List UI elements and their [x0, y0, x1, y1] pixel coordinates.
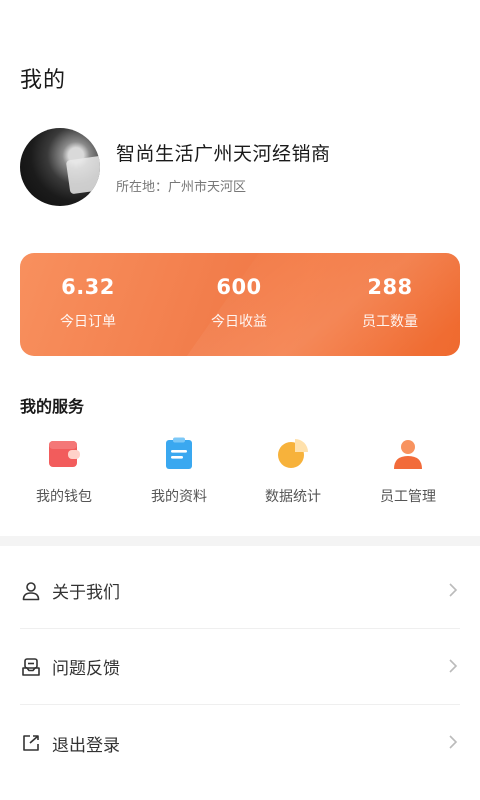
service-staff[interactable]: 员工管理 — [358, 436, 458, 506]
stat-label: 今日收益 — [211, 314, 267, 330]
service-profile[interactable]: 我的资料 — [129, 436, 229, 506]
services-title: 我的服务 — [20, 397, 85, 416]
service-label: 员工管理 — [380, 489, 436, 505]
stat-staff-count[interactable]: 288 员工数量 — [320, 275, 460, 331]
chevron-right-icon — [448, 658, 458, 674]
menu-item-about[interactable]: 关于我们 — [20, 553, 460, 629]
stat-value: 600 — [216, 275, 262, 299]
service-wallet[interactable]: 我的钱包 — [14, 436, 114, 506]
person-icon — [388, 436, 428, 472]
settings-menu: 关于我们 问题反馈 退出登录 — [20, 553, 460, 781]
menu-label: 退出登录 — [52, 735, 120, 756]
page-title: 我的 — [20, 68, 67, 93]
service-label: 数据统计 — [265, 489, 321, 505]
menu-label: 关于我们 — [52, 583, 120, 603]
section-divider — [0, 536, 480, 546]
stat-label: 今日订单 — [60, 314, 116, 330]
avatar[interactable] — [20, 128, 100, 206]
stat-today-income[interactable]: 600 今日收益 — [169, 275, 309, 331]
stats-card: 6.32 今日订单 600 今日收益 288 员工数量 — [20, 253, 460, 356]
profile-info: 智尚生活广州天河经销商 所在地：广州市天河区 — [116, 139, 331, 195]
stat-value: 6.32 — [61, 275, 115, 299]
chevron-right-icon — [448, 582, 458, 598]
logout-icon — [20, 732, 42, 754]
pie-chart-icon — [273, 436, 313, 472]
wallet-icon — [44, 436, 84, 472]
chevron-right-icon — [448, 734, 458, 750]
services-grid: 我的钱包 我的资料 数据统计 员工管理 — [0, 436, 480, 506]
stat-value: 288 — [367, 275, 413, 299]
menu-item-logout[interactable]: 退出登录 — [20, 705, 460, 781]
user-outline-icon — [20, 580, 42, 602]
menu-item-feedback[interactable]: 问题反馈 — [20, 629, 460, 705]
stat-today-orders[interactable]: 6.32 今日订单 — [20, 275, 158, 331]
service-label: 我的钱包 — [36, 489, 92, 505]
service-label: 我的资料 — [151, 489, 207, 505]
shop-name: 智尚生活广州天河经销商 — [116, 143, 331, 165]
service-statistics[interactable]: 数据统计 — [243, 436, 343, 506]
menu-label: 问题反馈 — [52, 659, 120, 679]
profile-header[interactable]: 智尚生活广州天河经销商 所在地：广州市天河区 — [20, 128, 460, 206]
shop-location: 所在地：广州市天河区 — [116, 180, 247, 195]
feedback-icon — [20, 656, 42, 678]
clipboard-icon — [159, 436, 199, 472]
stat-label: 员工数量 — [362, 314, 418, 330]
